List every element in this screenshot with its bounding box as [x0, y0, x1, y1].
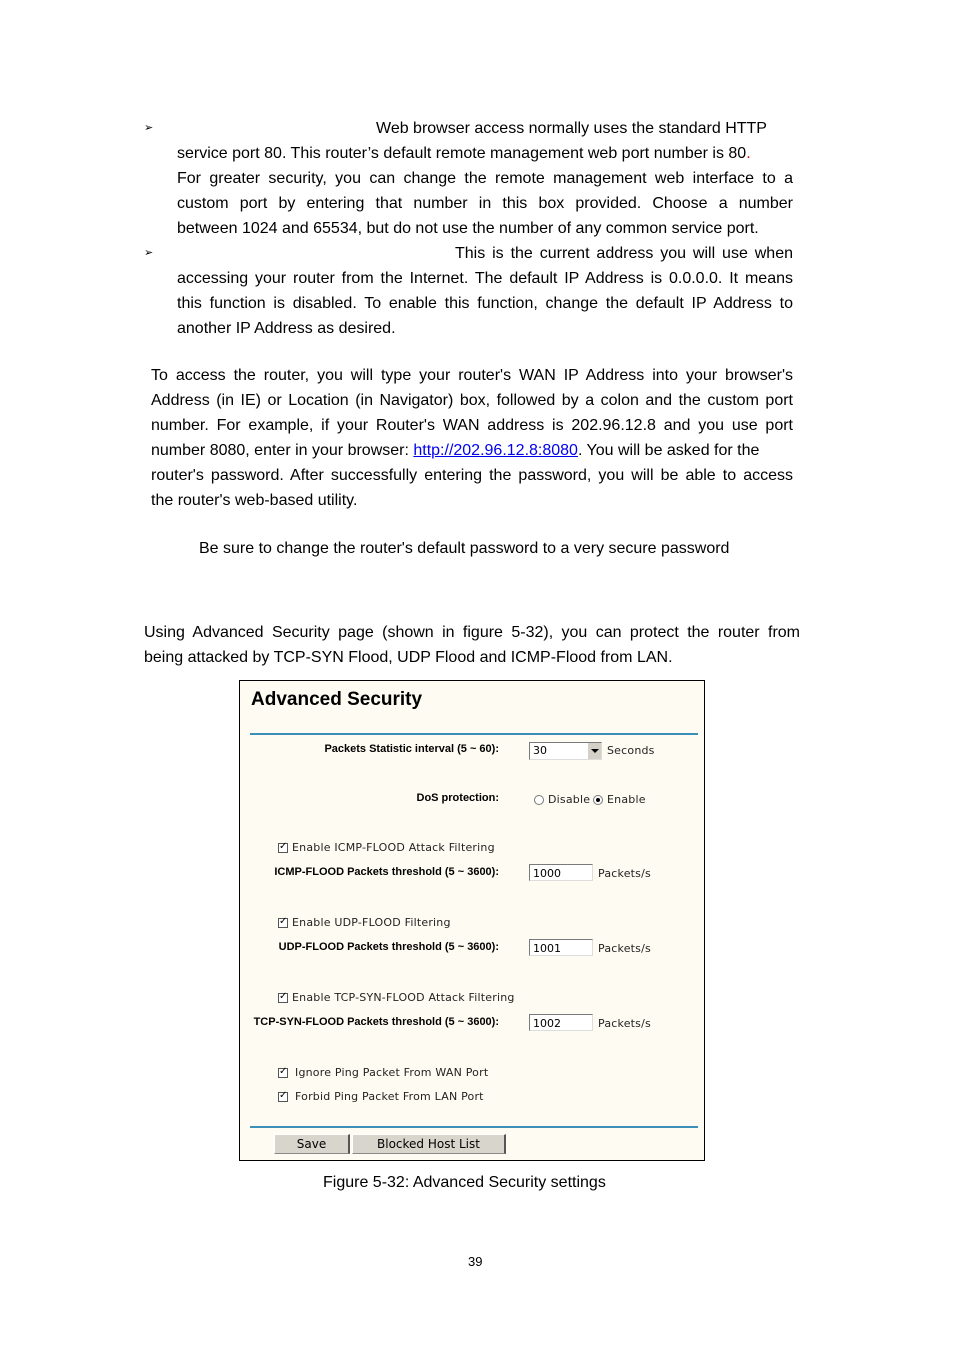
bullet2-line3: this function is disabled. To enable thi… [177, 295, 793, 312]
dos-enable-label: Enable [607, 793, 646, 806]
icmp-threshold-input[interactable]: 1000 [529, 864, 593, 881]
bullet1-line2: service port 80. This router’s default r… [177, 141, 751, 166]
bullet1-line3: For greater security, you can change the… [177, 170, 793, 187]
udp-threshold-input[interactable]: 1001 [529, 939, 593, 956]
bullet1-line5: between 1024 and 65534, but do not use t… [177, 220, 759, 237]
intro-line1: Using Advanced Security page (shown in f… [144, 624, 800, 641]
blocked-host-list-button[interactable]: Blocked Host List [352, 1134, 506, 1154]
udp-checkbox-label: Enable UDP-FLOOD Filtering [292, 916, 451, 929]
save-button[interactable]: Save [274, 1134, 350, 1154]
panel-title: Advanced Security [251, 689, 423, 710]
example-url-link[interactable]: http://202.96.12.8:8080 [413, 442, 578, 459]
password-note: Be sure to change the router's default p… [199, 540, 730, 557]
para-line5: router's password. After successfully en… [151, 467, 793, 484]
bullet1-line4: custom port by entering that number in t… [177, 195, 793, 212]
para-line2: Address (in IE) or Location (in Navigato… [151, 392, 793, 409]
icmp-checkbox-label: Enable ICMP-FLOOD Attack Filtering [292, 841, 495, 854]
icmp-threshold-label: ICMP-FLOOD Packets threshold (5 ~ 3600): [274, 866, 499, 878]
top-divider [250, 733, 698, 735]
bullet2-line4: another IP Address as desired. [177, 320, 396, 337]
advanced-security-panel: Advanced Security Packets Statistic inte… [239, 680, 705, 1161]
red-period: . [746, 145, 751, 162]
figure-caption: Figure 5-32: Advanced Security settings [323, 1174, 606, 1191]
para-line4-after: . You will be asked for the [577, 442, 760, 459]
intro-line2: being attacked by TCP-SYN Flood, UDP Flo… [144, 649, 673, 666]
dos-disable-label: Disable [548, 793, 591, 806]
ignore-ping-wan-checkbox[interactable] [278, 1066, 288, 1078]
dos-disable-radio[interactable] [534, 795, 544, 805]
interval-label: Packets Statistic interval (5 ~ 60): [324, 743, 499, 755]
para-line4: number 8080, enter in your browser: http… [151, 438, 759, 463]
para-line4-before: number 8080, enter in your browser: [151, 442, 414, 459]
tcp-threshold-input[interactable]: 1002 [529, 1014, 593, 1031]
tcp-checkbox[interactable] [278, 991, 288, 1003]
tcp-checkbox-label: Enable TCP-SYN-FLOOD Attack Filtering [292, 991, 515, 1004]
bullet2-line1: This is the current address you will use… [455, 245, 793, 262]
icmp-unit: Packets/s [598, 867, 651, 880]
forbid-ping-lan-checkbox[interactable] [278, 1090, 288, 1102]
bullet-arrow-icon: ➢ [144, 122, 154, 134]
bullet1-line2-text: service port 80. This router’s default r… [177, 145, 747, 162]
udp-unit: Packets/s [598, 942, 651, 955]
page-number: 39 [468, 1254, 483, 1269]
forbid-ping-lan-label: Forbid Ping Packet From LAN Port [295, 1090, 484, 1103]
bullet1-line1: Web browser access normally uses the sta… [376, 120, 767, 137]
bullet2-line2: accessing your router from the Internet.… [177, 270, 793, 287]
para-line3: number. For example, if your Router's WA… [151, 417, 793, 434]
para-line6: the router's web-based utility. [151, 492, 358, 509]
udp-threshold-label: UDP-FLOOD Packets threshold (5 ~ 3600): [278, 941, 499, 953]
icmp-checkbox[interactable] [278, 841, 288, 853]
interval-value: 30 [533, 744, 547, 757]
interval-unit: Seconds [607, 744, 655, 757]
tcp-unit: Packets/s [598, 1017, 651, 1030]
chevron-down-icon[interactable] [587, 743, 601, 759]
ignore-ping-wan-label: Ignore Ping Packet From WAN Port [295, 1066, 489, 1079]
bottom-divider [250, 1126, 698, 1128]
tcp-threshold-label: TCP-SYN-FLOOD Packets threshold (5 ~ 360… [253, 1016, 499, 1028]
para-line1: To access the router, you will type your… [151, 367, 793, 384]
interval-select[interactable]: 30 [529, 742, 602, 760]
dos-label: DoS protection: [416, 792, 500, 804]
udp-checkbox[interactable] [278, 916, 288, 928]
dos-enable-radio[interactable] [593, 795, 603, 805]
bullet-arrow-icon: ➢ [144, 247, 154, 259]
